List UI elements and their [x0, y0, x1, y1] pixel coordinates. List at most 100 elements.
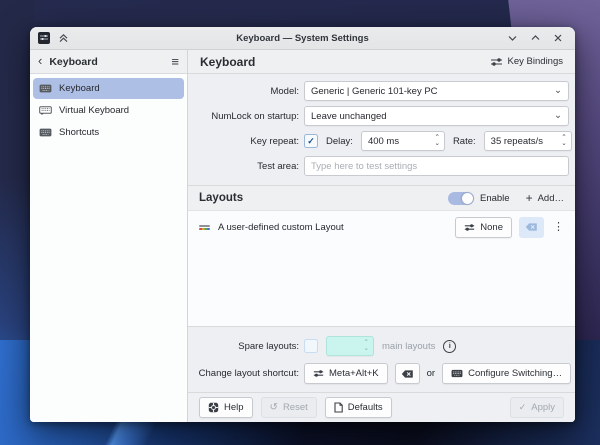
reset-button[interactable]: ↺ Reset	[261, 397, 317, 418]
back-icon[interactable]: ‹	[38, 54, 42, 67]
content-header: Keyboard Key Bindings	[188, 50, 575, 74]
chevron-down-icon	[507, 33, 518, 43]
numlock-row: NumLock on startup: Leave unchanged ⌄	[188, 106, 575, 126]
enable-toggle[interactable]	[448, 192, 474, 205]
sidebar-item-virtual-keyboard[interactable]: Virtual Keyboard	[33, 100, 184, 121]
toggle-knob	[462, 193, 473, 204]
keep-above-icon[interactable]	[58, 33, 69, 43]
key-repeat-row: Key repeat: ✓ Delay: 400 ms ⌃ ⌄	[188, 131, 575, 151]
app-icon	[38, 32, 50, 44]
layout-shortcut-button[interactable]: None	[455, 217, 512, 238]
configure-switching-button[interactable]: Configure Switching…	[442, 363, 571, 384]
layout-row[interactable]: A user-defined custom Layout None	[188, 214, 575, 240]
spare-layouts-spinbox[interactable]: ⌃ ⌄	[326, 336, 374, 356]
undo-icon: ↺	[270, 403, 278, 413]
sliders-icon	[464, 223, 475, 232]
clear-shortcut-button[interactable]	[395, 363, 420, 384]
sliders-icon	[313, 369, 324, 378]
backspace-icon	[525, 222, 538, 232]
sidebar-item-shortcuts[interactable]: Shortcuts	[33, 122, 184, 143]
spin-down-icon[interactable]: ⌄	[364, 346, 369, 353]
defaults-label: Defaults	[348, 402, 383, 413]
keyboard-icon	[39, 84, 52, 93]
custom-layout-flag-icon	[199, 223, 210, 231]
row-menu-icon[interactable]: ⋮	[551, 222, 566, 233]
hamburger-menu-icon[interactable]: ≡	[171, 55, 179, 68]
change-shortcut-row: Change layout shortcut: Meta+Alt+K	[188, 363, 575, 384]
layout-label: A user-defined custom Layout	[218, 222, 344, 233]
minimize-button[interactable]	[506, 32, 518, 44]
numlock-label: NumLock on startup:	[188, 111, 304, 122]
delay-label: Delay:	[326, 136, 353, 147]
rate-spinbox[interactable]: 35 repeats/s ⌃ ⌄	[484, 131, 572, 151]
layouts-list: A user-defined custom Layout None	[188, 211, 575, 326]
sidebar-header: ‹ Keyboard ≡	[30, 50, 187, 74]
spin-down-icon[interactable]: ⌄	[434, 141, 439, 148]
sidebar-list: Keyboard Virtual Keyboard Shortcuts	[30, 74, 187, 147]
content-pane: Keyboard Key Bindings Model: Generic | G…	[188, 50, 575, 422]
add-layout-button[interactable]: + Add…	[520, 192, 564, 204]
keyboard-settings-icon	[451, 369, 463, 378]
window-title: Keyboard — System Settings	[30, 33, 575, 44]
footer-buttons: Help ↺ Reset Defaults ✓ Apply	[188, 392, 575, 422]
system-settings-window: Keyboard — System Settings ‹ Keyboard ≡	[30, 27, 575, 422]
document-revert-icon	[334, 402, 343, 413]
test-area-input[interactable]	[304, 156, 569, 176]
titlebar[interactable]: Keyboard — System Settings	[30, 27, 575, 50]
add-label: Add…	[538, 193, 564, 204]
layouts-title: Layouts	[199, 192, 243, 204]
page-title: Keyboard	[200, 55, 255, 69]
shortcut-value: Meta+Alt+K	[329, 368, 379, 379]
backspace-icon	[401, 369, 414, 379]
model-row: Model: Generic | Generic 101-key PC ⌄	[188, 81, 575, 101]
test-area-row: Test area:	[188, 156, 575, 176]
spare-layouts-row: Spare layouts: ⌃ ⌄ main layouts i	[188, 336, 575, 356]
shortcut-key-button[interactable]: Meta+Alt+K	[304, 363, 388, 384]
numlock-combobox[interactable]: Leave unchanged ⌄	[304, 106, 569, 126]
clear-layout-shortcut-button[interactable]	[519, 217, 544, 238]
key-repeat-checkbox[interactable]: ✓	[304, 134, 318, 148]
key-bindings-label: Key Bindings	[508, 56, 563, 67]
spin-down-icon[interactable]: ⌄	[561, 141, 566, 148]
check-icon: ✓	[307, 137, 315, 146]
delay-spinbox[interactable]: 400 ms ⌃ ⌄	[361, 131, 445, 151]
model-value: Generic | Generic 101-key PC	[311, 86, 438, 97]
sidebar-title: Keyboard	[49, 56, 97, 68]
layout-shortcut-label: None	[480, 222, 503, 233]
check-icon: ✓	[519, 403, 527, 412]
keyboard-form: Model: Generic | Generic 101-key PC ⌄ Nu…	[188, 74, 575, 185]
sidebar-item-keyboard[interactable]: Keyboard	[33, 78, 184, 99]
rate-value: 35 repeats/s	[491, 136, 543, 147]
sliders-icon	[490, 57, 503, 67]
shortcuts-keyboard-icon	[39, 128, 52, 137]
apply-button[interactable]: ✓ Apply	[510, 397, 564, 418]
info-icon[interactable]: i	[443, 340, 456, 353]
sidebar-item-label: Virtual Keyboard	[59, 105, 129, 116]
help-label: Help	[224, 402, 244, 413]
key-bindings-button[interactable]: Key Bindings	[490, 56, 563, 67]
plus-icon: +	[526, 192, 533, 204]
defaults-button[interactable]: Defaults	[325, 397, 392, 418]
spare-layouts-label: Spare layouts:	[188, 341, 304, 352]
chevron-up-icon	[530, 33, 541, 43]
test-area-label: Test area:	[188, 161, 304, 172]
chevron-down-icon: ⌄	[554, 86, 562, 96]
spare-layouts-checkbox[interactable]	[304, 339, 318, 353]
change-shortcut-label: Change layout shortcut:	[188, 368, 304, 379]
layouts-header: Layouts Enable + Add…	[188, 185, 575, 211]
configure-switching-label: Configure Switching…	[468, 368, 562, 379]
or-label: or	[427, 368, 435, 379]
key-repeat-label: Key repeat:	[188, 136, 304, 147]
close-button[interactable]	[552, 32, 564, 44]
sidebar: ‹ Keyboard ≡ Keyboard Virtual Keyboard	[30, 50, 188, 422]
virtual-keyboard-icon	[39, 106, 52, 116]
model-label: Model:	[188, 86, 304, 97]
reset-label: Reset	[283, 402, 308, 413]
maximize-button[interactable]	[529, 32, 541, 44]
sidebar-item-label: Keyboard	[59, 83, 100, 94]
chevron-down-icon: ⌄	[554, 111, 562, 121]
main-layouts-label: main layouts	[382, 341, 435, 352]
model-combobox[interactable]: Generic | Generic 101-key PC ⌄	[304, 81, 569, 101]
help-button[interactable]: Help	[199, 397, 253, 418]
sidebar-item-label: Shortcuts	[59, 127, 99, 138]
